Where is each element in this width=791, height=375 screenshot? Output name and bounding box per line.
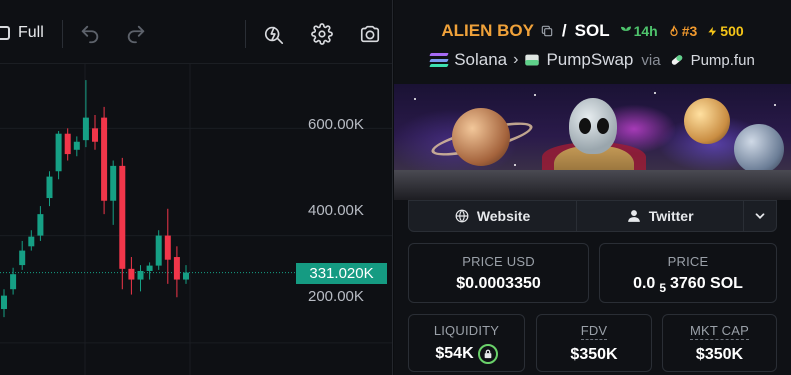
via-label: via (641, 51, 661, 69)
dex-name[interactable]: PumpSwap (546, 50, 633, 70)
solana-logo-icon (429, 53, 449, 67)
token-info-pane: ALIEN BOY / SOL 14h #3 500 Solana › Pump… (394, 0, 791, 375)
y-tick-label: 200.00K (308, 288, 364, 305)
candle-down (164, 235, 171, 260)
fullscreen-label: Full (18, 24, 44, 41)
chevron-right-icon: › (513, 51, 519, 68)
website-label: Website (476, 208, 531, 224)
price-native-rest: 3760 SOL (670, 274, 743, 292)
chart-toolbar: Full (0, 0, 392, 64)
candle-down (173, 257, 180, 280)
twitter-button[interactable]: Twitter (577, 201, 745, 231)
pumpfun-logo-icon (669, 52, 685, 68)
chain-name[interactable]: Solana (454, 50, 507, 70)
market-cap-card: MKT CAP $350K (662, 314, 777, 372)
y-tick-label: 600.00K (308, 116, 364, 133)
candle-up (82, 117, 89, 141)
fdv-value: $350K (570, 345, 618, 363)
token-banner-image (394, 84, 791, 200)
liquidity-label: LIQUIDITY (433, 322, 500, 338)
candle-down (64, 133, 71, 155)
liquidity-card: LIQUIDITY $54K (408, 314, 525, 372)
token-title-row: ALIEN BOY / SOL 14h #3 500 (394, 18, 791, 44)
price-usd-label: PRICE USD (462, 253, 535, 269)
price-native-value: 0.0 5 3760 SOL (633, 274, 743, 295)
candle-down (128, 268, 135, 280)
price-usd-value: $0.0003350 (456, 274, 541, 292)
fdv-card: FDV $350K (536, 314, 652, 372)
social-links-bar: Website Twitter (408, 200, 777, 232)
website-button[interactable]: Website (409, 201, 578, 231)
price-chart[interactable]: 600.00K 400.00K 200.00K 331.020K (0, 64, 392, 375)
candle-down (119, 165, 126, 269)
price-native-prefix: 0.0 (633, 274, 656, 292)
current-price-tag: 331.020K (296, 262, 387, 284)
candle-up (155, 235, 162, 266)
market-cap-label[interactable]: MKT CAP (690, 323, 749, 340)
fdv-label[interactable]: FDV (580, 323, 608, 340)
price-usd-card: PRICE USD $0.0003350 (408, 243, 589, 303)
market-cap-value: $350K (695, 345, 744, 363)
boosts-badge[interactable]: 500 (707, 23, 744, 39)
candle-up (46, 176, 53, 199)
liquidity-value-row: $54K (435, 343, 498, 364)
indicator-icon[interactable] (262, 22, 286, 46)
candle-up (10, 274, 17, 290)
candle-up (146, 265, 153, 271)
copy-icon[interactable] (540, 24, 554, 38)
fire-icon (670, 24, 678, 36)
more-links-button[interactable] (744, 201, 776, 231)
token-name[interactable]: ALIEN BOY (441, 21, 534, 41)
user-icon (627, 210, 640, 222)
candle-up (183, 272, 189, 280)
candle-up (73, 141, 80, 150)
pair-age-value: 14h (633, 23, 658, 39)
price-native-card: PRICE 0.0 5 3760 SOL (599, 243, 777, 303)
candle-up (137, 270, 144, 280)
y-tick-label: 400.00K (308, 202, 364, 219)
chart-pane[interactable]: Full 600.00K 400.00K 200.00K 331.020K (0, 0, 393, 375)
trending-rank-value: #3 (681, 23, 698, 39)
toolbar-divider (62, 20, 63, 48)
chevron-down-icon (755, 213, 765, 219)
candle-up (28, 236, 35, 247)
candle-up (1, 295, 7, 310)
candlestick-chart (0, 64, 392, 375)
liquidity-value: $54K (435, 344, 474, 362)
price-native-label: PRICE (667, 253, 709, 269)
globe-icon (455, 209, 469, 223)
sprout-icon (620, 26, 631, 36)
pumpswap-logo-icon (524, 52, 540, 68)
liquidity-lock-icon[interactable] (477, 343, 498, 364)
candle-down (101, 117, 108, 201)
toolbar-divider (245, 20, 246, 48)
twitter-label: Twitter (648, 208, 694, 224)
trending-rank[interactable]: #3 (668, 23, 698, 39)
redo-icon[interactable] (124, 22, 148, 46)
camera-icon[interactable] (358, 22, 382, 46)
candle-up (37, 214, 44, 236)
candle-up (110, 165, 117, 201)
chain-dex-route: Solana › PumpSwap via Pump.fun (394, 48, 791, 72)
quote-token: SOL (574, 21, 610, 40)
fullscreen-icon (0, 26, 10, 40)
launchpad-name[interactable]: Pump.fun (691, 52, 755, 69)
boosts-value: 500 (720, 23, 744, 39)
candle-up (19, 250, 26, 266)
settings-icon[interactable] (310, 22, 334, 46)
price-native-zero-count: 5 (659, 280, 666, 295)
candle-up (55, 133, 62, 172)
undo-icon[interactable] (78, 22, 102, 46)
candle-down (92, 128, 98, 142)
lightning-icon (708, 26, 717, 36)
pair-age: 14h (620, 23, 658, 39)
pair-separator: / (561, 21, 567, 40)
fullscreen-button[interactable]: Full (0, 22, 44, 44)
